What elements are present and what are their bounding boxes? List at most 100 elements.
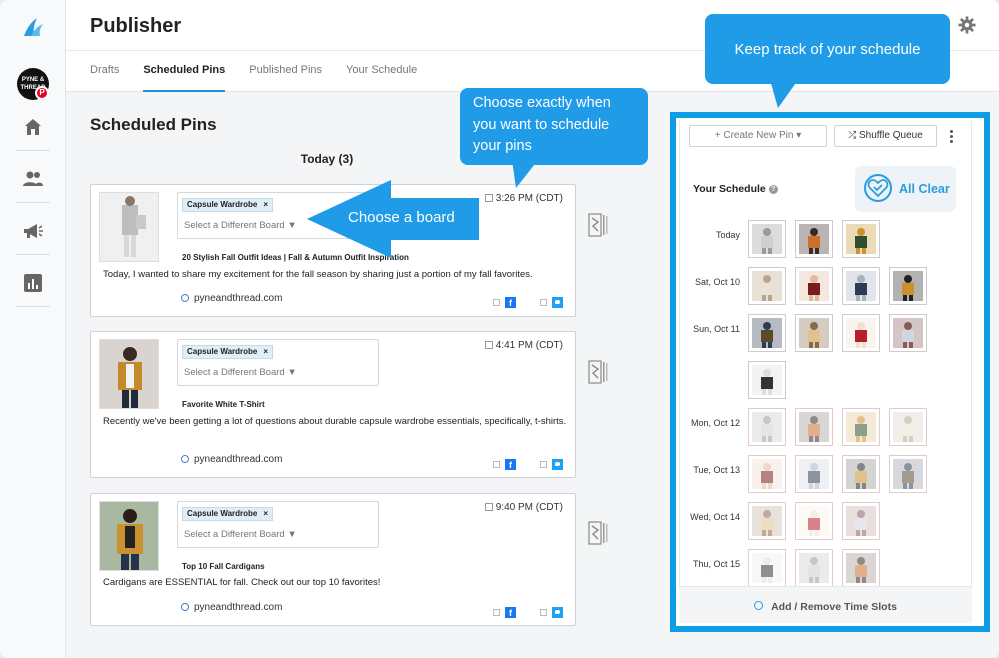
pin-thumbnail-image xyxy=(893,459,923,489)
tab-your-schedule[interactable]: Your Schedule xyxy=(346,64,417,92)
twitter-checkbox[interactable] xyxy=(540,609,547,616)
schedule-time[interactable]: 4:41 PM (CDT) xyxy=(484,340,563,351)
pin-thumbnail-image xyxy=(799,506,829,536)
scheduled-pin-slot[interactable] xyxy=(795,220,833,258)
chip-remove-icon[interactable]: × xyxy=(263,509,268,518)
send-to-queue-icon[interactable] xyxy=(587,212,609,238)
pin-thumbnail-image xyxy=(846,318,876,348)
schedule-time[interactable]: 3:26 PM (CDT) xyxy=(484,193,563,204)
empty-time-slot[interactable] xyxy=(889,408,927,446)
pin-title[interactable]: Favorite White T-Shirt xyxy=(182,400,265,409)
callout-choose-board: Choose a board xyxy=(348,209,455,226)
pin-thumbnail-image xyxy=(752,553,782,583)
scheduled-pin-slot[interactable] xyxy=(748,361,786,399)
home-icon[interactable] xyxy=(22,116,44,138)
pin-title[interactable]: Top 10 Fall Cardigans xyxy=(182,562,265,571)
pin-description[interactable]: Today, I wanted to share my excitement f… xyxy=(103,268,567,282)
tab-bar: Drafts Scheduled Pins Published Pins You… xyxy=(90,64,417,92)
scheduled-pin-card[interactable]: Capsule Wardrobe × Select a Different Boa… xyxy=(90,331,576,478)
alarm-clock-icon xyxy=(754,601,764,610)
scheduled-pin-slot[interactable] xyxy=(889,267,927,305)
twitter-icon xyxy=(552,297,563,308)
rail-divider xyxy=(16,150,50,151)
scheduled-pin-slot[interactable] xyxy=(748,267,786,305)
board-dropdown[interactable]: Select a Different Board ▼ xyxy=(184,220,297,231)
pin-description[interactable]: Recently we've been getting a lot of que… xyxy=(103,415,567,429)
pin-thumbnail-image xyxy=(893,318,923,348)
pin-thumbnail-image xyxy=(799,271,829,301)
send-to-queue-icon[interactable] xyxy=(587,520,609,546)
analytics-icon[interactable] xyxy=(22,272,44,294)
empty-time-slot[interactable] xyxy=(748,408,786,446)
pin-thumbnail[interactable] xyxy=(99,501,159,571)
facebook-checkbox[interactable] xyxy=(493,609,500,616)
empty-time-slot[interactable] xyxy=(795,502,833,540)
left-rail: PYNE & THREAD P xyxy=(0,0,66,658)
board-selector[interactable]: Capsule Wardrobe × Select a Different Boa… xyxy=(177,501,379,548)
add-remove-time-slots-button[interactable]: Add / Remove Time Slots xyxy=(679,586,972,623)
twitter-checkbox[interactable] xyxy=(540,461,547,468)
shuffle-queue-button[interactable]: ⤮ Shuffle Queue xyxy=(834,125,937,147)
tailwind-logo-icon[interactable] xyxy=(21,16,45,40)
facebook-checkbox[interactable] xyxy=(493,299,500,306)
pin-thumbnail[interactable] xyxy=(99,339,159,409)
empty-time-slot[interactable] xyxy=(842,408,880,446)
empty-time-slot[interactable] xyxy=(889,455,927,493)
empty-time-slot[interactable] xyxy=(748,455,786,493)
empty-time-slot[interactable] xyxy=(795,549,833,587)
board-dropdown[interactable]: Select a Different Board ▼ xyxy=(184,367,297,378)
chip-remove-icon[interactable]: × xyxy=(263,347,268,356)
help-icon[interactable]: ? xyxy=(768,185,778,194)
board-dropdown[interactable]: Select a Different Board ▼ xyxy=(184,529,297,540)
social-share-options: f xyxy=(493,297,563,308)
empty-time-slot[interactable] xyxy=(842,502,880,540)
board-selector[interactable]: Capsule Wardrobe × Select a Different Boa… xyxy=(177,339,379,386)
tab-scheduled-pins[interactable]: Scheduled Pins xyxy=(143,64,226,92)
tab-published-pins[interactable]: Published Pins xyxy=(249,64,322,92)
twitter-checkbox[interactable] xyxy=(540,299,547,306)
globe-icon xyxy=(181,603,189,611)
pin-thumbnail-image xyxy=(799,224,829,254)
empty-time-slot[interactable] xyxy=(795,455,833,493)
pin-thumbnail-image xyxy=(846,271,876,301)
calendar-icon xyxy=(484,503,493,511)
more-options-icon[interactable] xyxy=(948,128,954,146)
pin-description[interactable]: Cardigans are ESSENTIAL for fall. Check … xyxy=(103,576,567,590)
pin-thumbnail[interactable] xyxy=(99,192,159,262)
send-to-queue-icon[interactable] xyxy=(587,359,609,385)
scheduled-pin-slot[interactable] xyxy=(889,314,927,352)
megaphone-icon[interactable] xyxy=(22,220,44,242)
schedule-title: Your Schedule? xyxy=(693,183,778,195)
twitter-icon xyxy=(552,607,563,618)
pin-thumbnail-image xyxy=(752,318,782,348)
scheduled-pin-slot[interactable] xyxy=(748,314,786,352)
schedule-time[interactable]: 9:40 PM (CDT) xyxy=(484,502,563,513)
empty-time-slot[interactable] xyxy=(842,455,880,493)
empty-time-slot[interactable] xyxy=(842,549,880,587)
facebook-icon: f xyxy=(505,607,516,618)
empty-time-slot[interactable] xyxy=(748,549,786,587)
pin-thumbnail-image xyxy=(799,459,829,489)
tab-drafts[interactable]: Drafts xyxy=(90,64,119,92)
globe-icon xyxy=(181,294,189,302)
pin-url: pyneandthread.com xyxy=(181,454,282,465)
empty-time-slot[interactable] xyxy=(795,408,833,446)
calendar-icon xyxy=(484,341,493,349)
gear-icon[interactable] xyxy=(958,16,976,34)
create-new-pin-button[interactable]: + Create New Pin ▾ xyxy=(689,125,827,147)
facebook-checkbox[interactable] xyxy=(493,461,500,468)
scheduled-pin-slot[interactable] xyxy=(842,314,880,352)
empty-time-slot[interactable] xyxy=(748,502,786,540)
facebook-icon: f xyxy=(505,459,516,470)
page-title: Publisher xyxy=(90,15,182,37)
scheduled-pin-slot[interactable] xyxy=(842,267,880,305)
chip-remove-icon[interactable]: × xyxy=(263,200,268,209)
heart-check-icon xyxy=(864,174,892,202)
scheduled-pin-slot[interactable] xyxy=(795,314,833,352)
scheduled-pin-slot[interactable] xyxy=(842,220,880,258)
scheduled-pin-card[interactable]: Capsule Wardrobe × Select a Different Boa… xyxy=(90,493,576,626)
users-icon[interactable] xyxy=(22,168,44,190)
pin-thumbnail-image xyxy=(752,506,782,536)
scheduled-pin-slot[interactable] xyxy=(795,267,833,305)
scheduled-pin-slot[interactable] xyxy=(748,220,786,258)
